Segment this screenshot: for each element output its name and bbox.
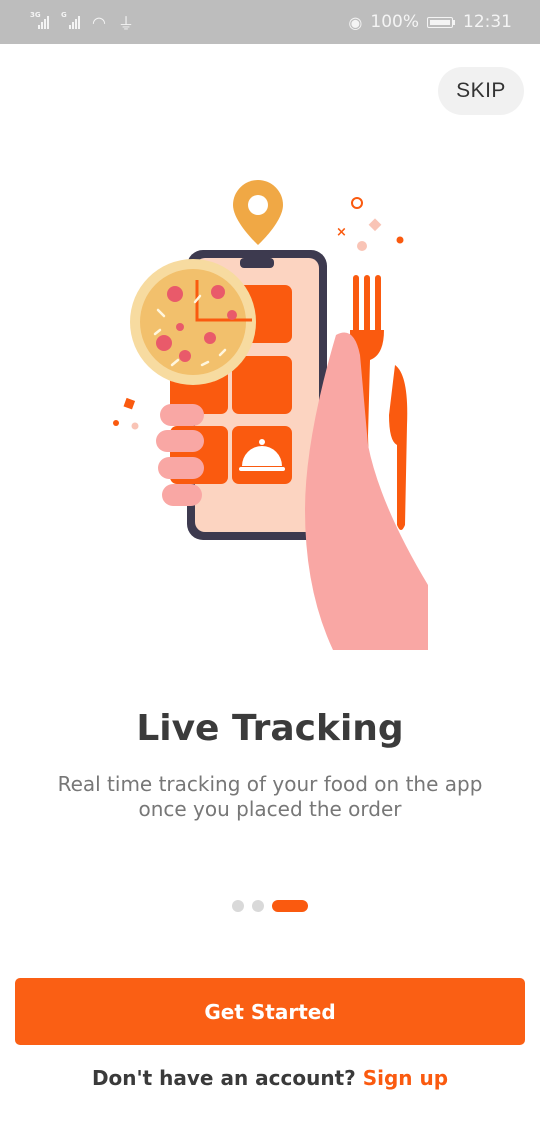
onboarding-subtitle: Real time tracking of your food on the a… — [40, 772, 500, 822]
sign-up-link[interactable]: Sign up — [363, 1066, 448, 1090]
confetti-dot — [131, 422, 139, 430]
map-pin-icon — [233, 180, 283, 245]
clock: 12:31 — [463, 12, 512, 32]
battery-percent: 100% — [370, 12, 419, 32]
skip-button[interactable]: SKIP — [438, 67, 524, 115]
page-indicator — [232, 900, 308, 912]
signup-prompt-row: Don't have an account? Sign up — [0, 1066, 540, 1090]
signal-icon: 3G — [30, 11, 49, 29]
usb-icon: ⏚ — [117, 14, 134, 33]
knife-icon — [389, 365, 408, 530]
signal-icon: G — [61, 11, 80, 29]
confetti-dot — [396, 236, 404, 244]
page-dot-active[interactable] — [272, 900, 308, 912]
status-bar: 3G G ◠ ⏚ ◉ 100% 12:31 — [0, 0, 540, 44]
wifi-icon: ◠ — [92, 12, 106, 32]
network-type-label: G — [61, 11, 67, 19]
page-dot[interactable] — [252, 900, 264, 912]
confetti-cross: × — [336, 225, 347, 240]
signup-prompt: Don't have an account? — [91, 1066, 356, 1090]
onboarding-title: Live Tracking — [136, 708, 404, 749]
status-bar-right: ◉ 100% 12:31 — [348, 12, 512, 32]
battery-icon — [427, 16, 455, 28]
network-type-label: 3G — [30, 11, 41, 19]
confetti-dot — [113, 420, 119, 426]
confetti-dot — [351, 197, 363, 209]
pizza-icon — [130, 259, 256, 385]
status-bar-left: 3G G ◠ ⏚ — [30, 10, 134, 34]
food-delivery-illustration: × — [113, 180, 428, 650]
confetti-shape — [368, 218, 382, 232]
get-started-button[interactable]: Get Started — [15, 978, 525, 1045]
subtitle-line: once you placed the order — [138, 797, 402, 821]
confetti-shape — [123, 397, 136, 410]
confetti-dot — [357, 241, 367, 251]
subtitle-line: Real time tracking of your food on the a… — [57, 772, 483, 796]
page-dot[interactable] — [232, 900, 244, 912]
eye-icon: ◉ — [348, 12, 363, 32]
